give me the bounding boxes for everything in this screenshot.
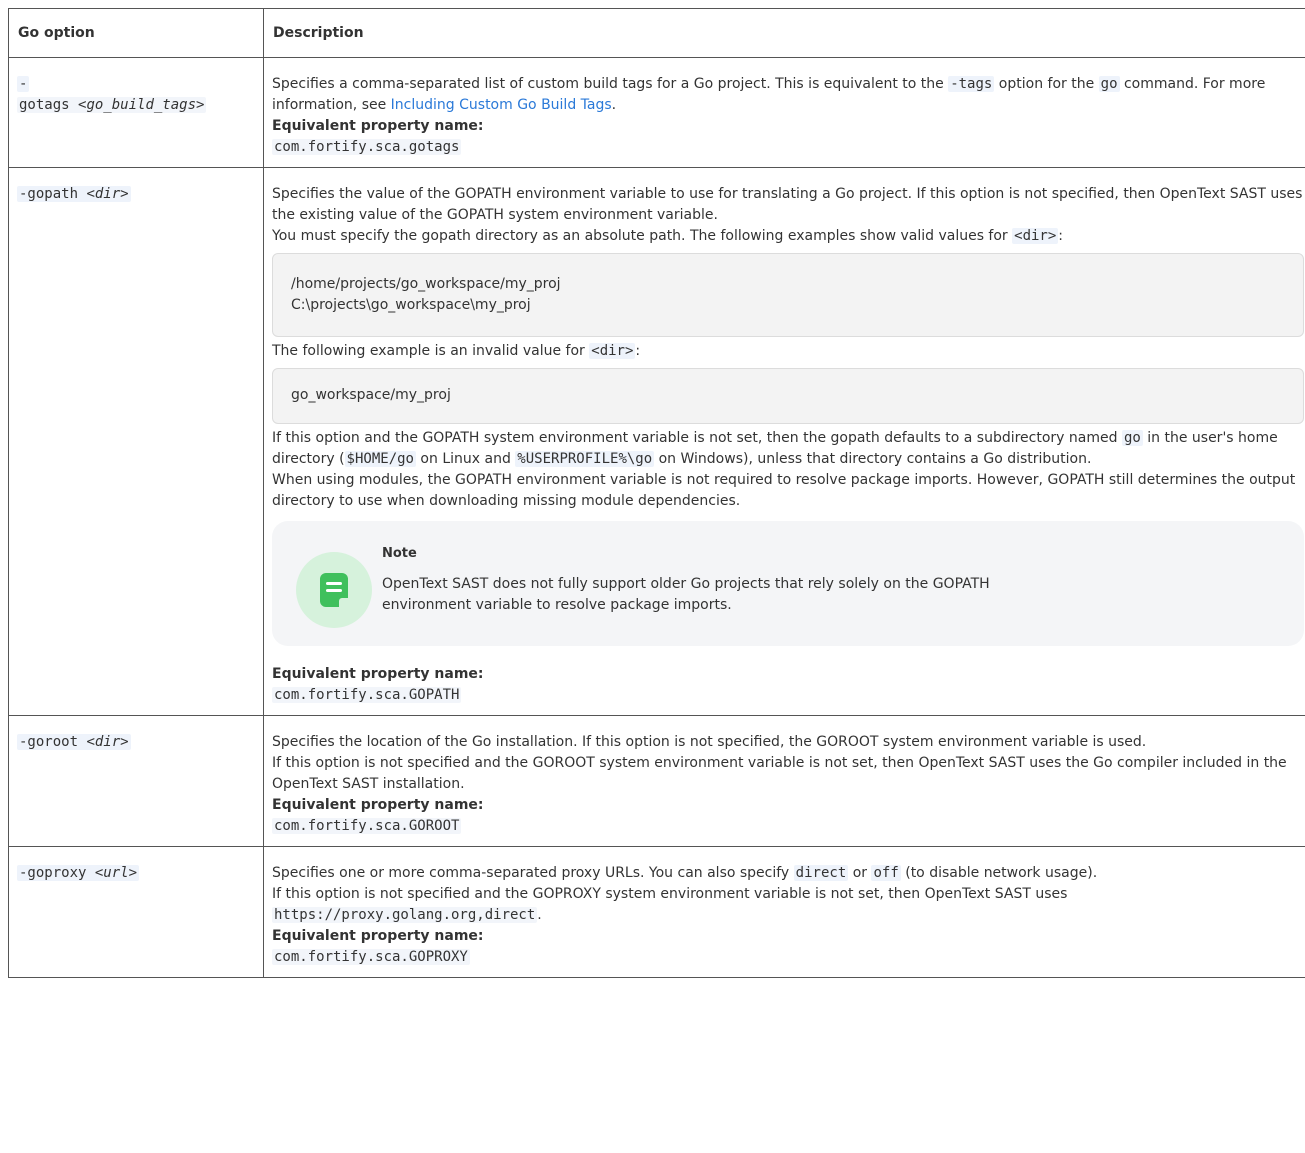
inline-code-go: go <box>1098 76 1120 92</box>
option-name-goroot: -goroot <dir> <box>17 734 131 750</box>
code-example-valid: /home/projects/go_workspace/my_proj C:\p… <box>272 253 1304 337</box>
description-cell-gopath: Specifies the value of the GOPATH enviro… <box>263 167 1305 716</box>
code-line: /home/projects/go_workspace/my_proj <box>291 276 561 292</box>
equivalent-property-label: Equivalent property name: <box>272 797 484 813</box>
description-text: . <box>537 907 542 923</box>
go-options-table: Go option Description - gotags <go_build… <box>8 8 1305 978</box>
document-icon <box>320 573 348 607</box>
note-icon <box>296 552 372 628</box>
option-name-gopath: -gopath <dir> <box>17 186 131 202</box>
option-argument: <go_build_tags> <box>78 97 205 113</box>
equivalent-property-label: Equivalent property name: <box>272 928 484 944</box>
option-cell-gotags: - gotags <go_build_tags> <box>8 57 264 168</box>
table-row-gotags: - gotags <go_build_tags> Specifies a com… <box>8 57 1305 168</box>
note-title: Note <box>382 546 417 561</box>
description-text: If this option is not specified and the … <box>272 755 1287 792</box>
inline-code-home-go: $HOME/go <box>344 451 416 467</box>
property-name-gotags: com.fortify.sca.gotags <box>272 139 462 155</box>
property-name-goproxy: com.fortify.sca.GOPROXY <box>272 949 470 965</box>
description-text: on Windows), unless that directory conta… <box>654 451 1092 467</box>
description-text: on Linux and <box>415 451 516 467</box>
inline-code-proxy-url: https://proxy.golang.org,direct <box>272 907 538 923</box>
option-dash: - <box>17 76 30 92</box>
description-text: : <box>635 343 641 359</box>
option-argument: <url> <box>94 865 138 881</box>
description-text: Specifies the location of the Go install… <box>272 734 1147 750</box>
equivalent-property-label: Equivalent property name: <box>272 118 484 134</box>
code-line: go_workspace/my_proj <box>291 387 451 403</box>
option-argument: <dir> <box>86 734 129 750</box>
link-including-custom-go-build-tags[interactable]: Including Custom Go Build Tags <box>391 97 612 113</box>
description-text: If this option and the GOPATH system env… <box>272 430 1122 446</box>
description-text: The following example is an invalid valu… <box>272 343 590 359</box>
description-cell-goroot: Specifies the location of the Go install… <box>263 715 1305 847</box>
option-name: -gopath <box>19 186 79 202</box>
option-cell-goroot: -goroot <dir> <box>8 715 264 847</box>
description-text: If this option is not specified and the … <box>272 886 1068 902</box>
column-header-go-option: Go option <box>8 8 264 58</box>
table-row-gopath: -gopath <dir> Specifies the value of the… <box>8 167 1305 716</box>
table-header-row: Go option Description <box>8 8 1305 58</box>
inline-code-direct: direct <box>793 865 849 881</box>
description-text: Specifies the value of the GOPATH enviro… <box>272 186 1303 223</box>
option-name-gotags: gotags <go_build_tags> <box>17 97 207 113</box>
code-line: C:\projects\go_workspace\my_proj <box>291 297 531 313</box>
note-callout: Note OpenText SAST does not fully suppor… <box>272 521 1304 646</box>
description-text: (to disable network usage). <box>900 865 1098 881</box>
inline-code-tags: -tags <box>948 76 995 92</box>
column-header-description: Description <box>263 8 1305 58</box>
inline-code-dir: <dir> <box>1012 228 1059 244</box>
option-name: gotags <box>19 97 70 113</box>
inline-code-userprofile-go: %USERPROFILE%\go <box>515 451 655 467</box>
description-text: . <box>611 97 617 113</box>
inline-code-dir: <dir> <box>589 343 636 359</box>
description-text: Specifies one or more comma-separated pr… <box>272 865 794 881</box>
description-text: option for the <box>994 76 1099 92</box>
code-example-invalid: go_workspace/my_proj <box>272 368 1304 424</box>
table-row-goproxy: -goproxy <url> Specifies one or more com… <box>8 846 1305 978</box>
description-cell-gotags: Specifies a comma-separated list of cust… <box>263 57 1305 168</box>
inline-code-off: off <box>871 865 901 881</box>
option-cell-goproxy: -goproxy <url> <box>8 846 264 978</box>
equivalent-property-label: Equivalent property name: <box>272 666 484 682</box>
description-text: When using modules, the GOPATH environme… <box>272 472 1296 509</box>
table-row-goroot: -goroot <dir> Specifies the location of … <box>8 715 1305 847</box>
note-text: OpenText SAST does not fully support old… <box>382 576 990 613</box>
description-text: or <box>848 865 872 881</box>
description-text: Specifies a comma-separated list of cust… <box>272 76 949 92</box>
option-name: -goroot <box>19 734 79 750</box>
option-name-goproxy: -goproxy <url> <box>17 865 140 881</box>
inline-code-go: go <box>1121 430 1143 446</box>
option-name: -goproxy <box>19 865 87 881</box>
description-text: You must specify the gopath directory as… <box>272 228 1013 244</box>
option-cell-gopath: -gopath <dir> <box>8 167 264 716</box>
option-argument: <dir> <box>86 186 129 202</box>
property-name-goroot: com.fortify.sca.GOROOT <box>272 818 462 834</box>
property-name-gopath: com.fortify.sca.GOPATH <box>272 687 462 703</box>
description-cell-goproxy: Specifies one or more comma-separated pr… <box>263 846 1305 978</box>
description-text: : <box>1058 228 1064 244</box>
